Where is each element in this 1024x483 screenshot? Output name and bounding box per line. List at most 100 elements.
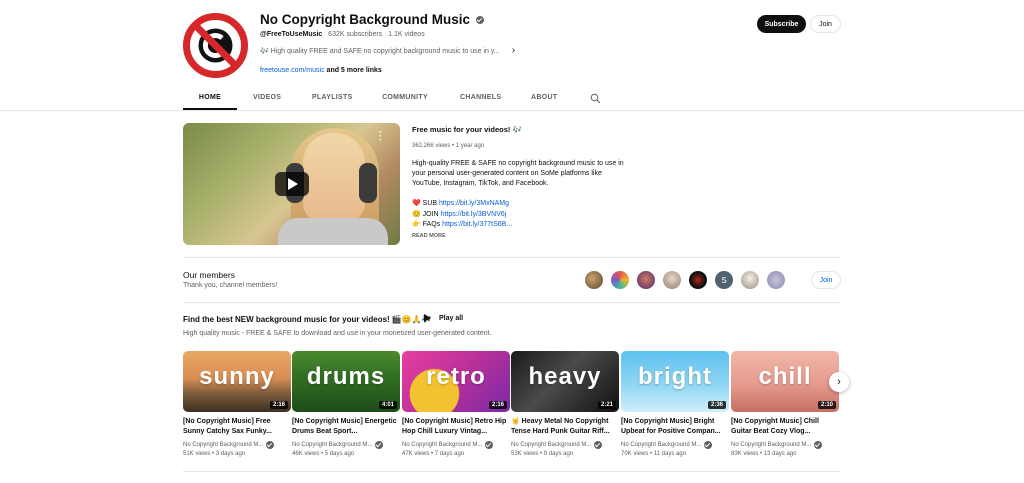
video-channel-name: No Copyright Background M... bbox=[511, 442, 592, 448]
video-channel[interactable]: No Copyright Background M... bbox=[731, 441, 823, 449]
tabs-divider bbox=[0, 110, 1024, 111]
video-meta: 83K views • 13 days ago bbox=[731, 451, 797, 457]
thumbnail-shirt bbox=[278, 218, 388, 245]
play-icon[interactable] bbox=[275, 172, 309, 196]
thumbnail-text: bright bbox=[638, 363, 712, 390]
featured-video-title[interactable]: Free music for your videos! 🎶 bbox=[412, 125, 522, 134]
member-avatar[interactable] bbox=[611, 271, 629, 289]
featured-link-sub: ❤️ SUB https://bit.ly/3MxNAMg bbox=[412, 199, 627, 210]
play-all-icon bbox=[424, 314, 431, 322]
tab-home[interactable]: HOME bbox=[183, 88, 237, 110]
thumbnail-text: heavy bbox=[528, 363, 602, 390]
verified-icon bbox=[814, 441, 823, 449]
tab-channels[interactable]: CHANNELS bbox=[460, 88, 501, 110]
channel-handle: @FreeToUseMusic bbox=[260, 31, 323, 38]
member-avatar[interactable] bbox=[637, 271, 655, 289]
subscriber-count: 632K subscribers bbox=[328, 31, 383, 38]
headphone-right bbox=[359, 163, 377, 203]
video-channel[interactable]: No Copyright Background M... bbox=[621, 441, 713, 449]
video-duration: 2:16 bbox=[269, 401, 288, 409]
thumbnail-text: drums bbox=[306, 363, 386, 390]
more-links[interactable]: and 5 more links bbox=[327, 67, 382, 74]
channel-meta: @FreeToUseMusic 632K subscribers 1.1K vi… bbox=[260, 31, 425, 38]
video-thumbnail[interactable]: heavy 2:21 bbox=[511, 351, 619, 412]
video-channel[interactable]: No Copyright Background M... bbox=[183, 441, 275, 449]
thumbnail-text: retro bbox=[426, 363, 486, 390]
video-channel[interactable]: No Copyright Background M... bbox=[402, 441, 494, 449]
video-duration: 2:36 bbox=[707, 401, 726, 409]
member-avatar[interactable] bbox=[741, 271, 759, 289]
video-duration: 2:10 bbox=[817, 401, 836, 409]
video-meta: 51K views • 3 days ago bbox=[183, 451, 246, 457]
video-thumbnail[interactable]: sunny 2:16 bbox=[183, 351, 291, 412]
members-title: Our members bbox=[183, 270, 235, 280]
verified-icon bbox=[594, 441, 603, 449]
video-channel-name: No Copyright Background M... bbox=[731, 442, 812, 448]
video-thumbnail[interactable]: bright 2:36 bbox=[621, 351, 729, 412]
channel-avatar[interactable] bbox=[182, 12, 249, 79]
channel-description[interactable]: 🎶 High quality FREE and SAFE no copyrigh… bbox=[260, 45, 516, 56]
tab-about[interactable]: ABOUT bbox=[531, 88, 557, 110]
channel-link[interactable]: freetouse.com/music bbox=[260, 67, 325, 74]
playlist-title[interactable]: Find the best NEW background music for y… bbox=[183, 315, 432, 324]
no-copyright-logo-icon bbox=[182, 12, 249, 79]
play-all-button[interactable]: Play all bbox=[424, 314, 463, 322]
featured-description-text: High-quality FREE & SAFE no copyright ba… bbox=[412, 160, 624, 187]
featured-link-join: 😊 JOIN https://bit.ly/3BVNV6j bbox=[412, 210, 627, 221]
video-title[interactable]: [No Copyright Music] Retro Hip Hop Chill… bbox=[402, 417, 510, 437]
channel-name: No Copyright Background Music bbox=[260, 12, 471, 27]
video-meta: 70K views • 11 days ago bbox=[621, 451, 687, 457]
video-channel-name: No Copyright Background M... bbox=[621, 442, 702, 448]
member-avatar[interactable] bbox=[767, 271, 785, 289]
video-meta: 46K views • 5 days ago bbox=[292, 451, 355, 457]
more-options-icon[interactable]: · · · bbox=[379, 128, 382, 146]
video-channel-name: No Copyright Background M... bbox=[292, 442, 373, 448]
subscribe-button[interactable]: Subscribe bbox=[757, 15, 806, 33]
members-join-button[interactable]: Join bbox=[811, 271, 841, 289]
video-count: 1.1K videos bbox=[388, 31, 425, 38]
tab-playlists[interactable]: PLAYLISTS bbox=[312, 88, 352, 110]
video-channel-name: No Copyright Background M... bbox=[183, 442, 264, 448]
channel-description-text: 🎶 High quality FREE and SAFE no copyrigh… bbox=[260, 48, 500, 55]
video-title[interactable]: [No Copyright Music] Chill Guitar Beat C… bbox=[731, 417, 839, 437]
verified-icon bbox=[266, 441, 275, 449]
video-thumbnail[interactable]: retro 2:16 bbox=[402, 351, 510, 412]
link-url[interactable]: https://bit.ly/3MxNAMg bbox=[439, 200, 509, 207]
channel-links: freetouse.com/music and 5 more links bbox=[260, 67, 382, 74]
video-channel-name: No Copyright Background M... bbox=[402, 442, 483, 448]
join-button[interactable]: Join bbox=[810, 15, 841, 33]
video-title[interactable]: 🤘 Heavy Metal No Copyright Tense Hard Pu… bbox=[511, 417, 619, 437]
video-duration: 4:01 bbox=[378, 401, 397, 409]
video-title[interactable]: [No Copyright Music] Bright Upbeat for P… bbox=[621, 417, 729, 437]
member-avatar[interactable]: S bbox=[715, 271, 733, 289]
video-channel[interactable]: No Copyright Background M... bbox=[292, 441, 384, 449]
link-url[interactable]: https://bit.ly/377tS6B... bbox=[442, 221, 512, 228]
member-avatar[interactable] bbox=[663, 271, 681, 289]
video-meta: 53K views • 9 days ago bbox=[511, 451, 574, 457]
chevron-right-icon[interactable]: › bbox=[829, 372, 849, 392]
avatar-letter: S bbox=[721, 275, 727, 285]
play-all-label: Play all bbox=[439, 314, 464, 322]
thumbnail-text: chill bbox=[758, 363, 812, 390]
video-thumbnail[interactable]: chill 2:10 bbox=[731, 351, 839, 412]
video-thumbnail[interactable]: drums 4:01 bbox=[292, 351, 400, 412]
member-avatars: S bbox=[585, 271, 785, 289]
verified-icon bbox=[476, 15, 485, 24]
tab-videos[interactable]: VIDEOS bbox=[253, 88, 281, 110]
member-avatar[interactable] bbox=[689, 271, 707, 289]
divider bbox=[183, 302, 840, 303]
read-more-button[interactable]: READ MORE bbox=[412, 233, 446, 239]
video-title[interactable]: [No Copyright Music] Energetic Drums Bea… bbox=[292, 417, 400, 437]
search-icon[interactable] bbox=[590, 88, 601, 110]
thumbnail-face bbox=[303, 133, 365, 223]
chevron-right-icon: › bbox=[511, 45, 516, 56]
video-title[interactable]: [No Copyright Music] Free Sunny Catchy S… bbox=[183, 417, 291, 437]
members-subtitle: Thank you, channel members! bbox=[183, 282, 278, 289]
tab-community[interactable]: COMMUNITY bbox=[382, 88, 428, 110]
verified-icon bbox=[375, 441, 384, 449]
featured-video-thumbnail[interactable]: · · · bbox=[183, 123, 400, 245]
link-prefix: 👉 FAQs bbox=[412, 221, 443, 228]
link-url[interactable]: https://bit.ly/3BVNV6j bbox=[441, 211, 507, 218]
video-channel[interactable]: No Copyright Background M... bbox=[511, 441, 603, 449]
member-avatar[interactable] bbox=[585, 271, 603, 289]
